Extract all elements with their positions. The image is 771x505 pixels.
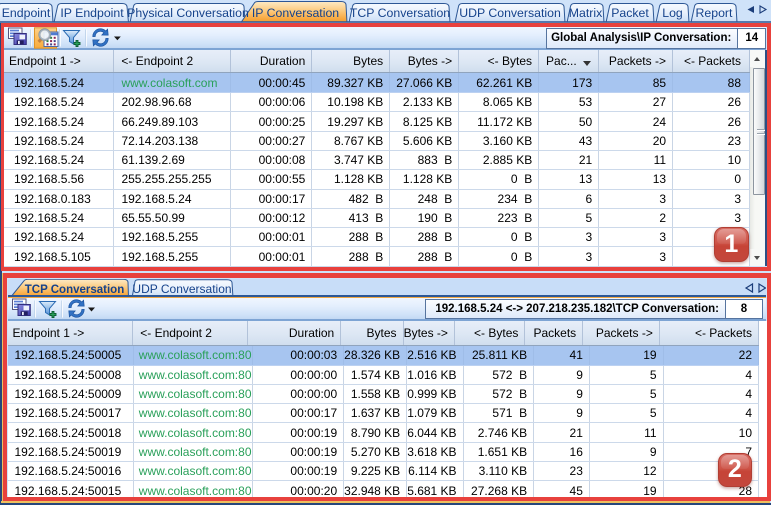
svg-text:Matrix: Matrix (569, 6, 603, 20)
svg-text:UDP Conversation: UDP Conversation (459, 6, 561, 20)
svg-text:Packet: Packet (611, 6, 649, 20)
svg-text:Endpoint: Endpoint (2, 6, 51, 20)
svg-text:IP Conversation: IP Conversation (252, 6, 339, 20)
svg-text:Log: Log (662, 6, 683, 20)
svg-text:Report: Report (696, 6, 733, 20)
svg-text:Physical Conversation: Physical Conversation (127, 6, 249, 20)
svg-text:TCP Conversation: TCP Conversation (350, 6, 450, 20)
svg-text:IP Endpoint: IP Endpoint (60, 6, 124, 20)
